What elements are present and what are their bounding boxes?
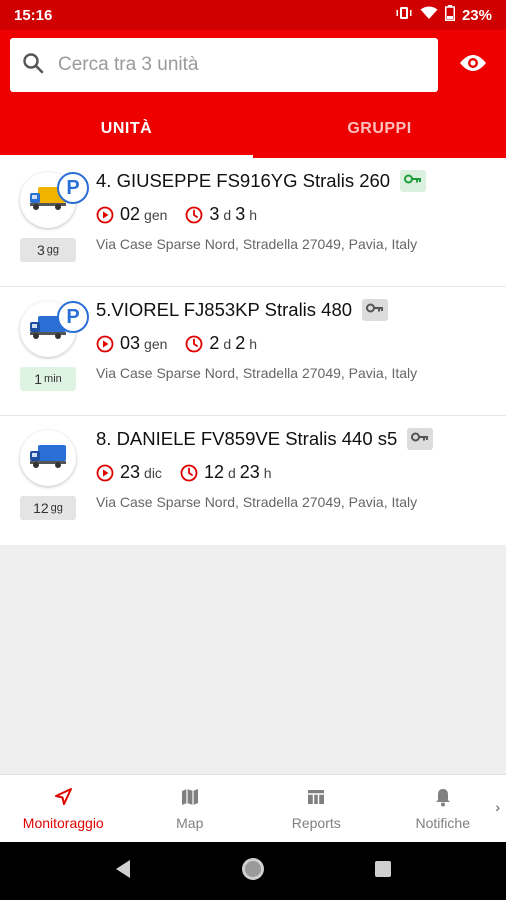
app-header: Cerca tra 3 unità UNITÀ GRUPPI (0, 30, 506, 158)
last-update-badge: 1 min (20, 367, 76, 391)
clock-icon (180, 464, 198, 482)
map-icon (179, 786, 201, 811)
ignition-key-badge (400, 170, 427, 192)
home-icon[interactable] (240, 856, 266, 887)
duration-hours: 3 (235, 204, 246, 224)
key-icon (366, 301, 384, 319)
unit-row[interactable]: P 1 min 5.VIOREL FJ853KP Stralis 480 03 g… (0, 287, 506, 416)
duration-days-unit: d (223, 206, 232, 223)
nav-monitoraggio[interactable]: Monitoraggio (0, 775, 127, 842)
unit-title: 4. GIUSEPPE FS916YG Stralis 260 (96, 170, 391, 191)
nav-map[interactable]: Map (127, 775, 254, 842)
nav-label: Reports (291, 815, 341, 831)
recents-icon[interactable] (373, 859, 393, 884)
navigation-arrow-icon (52, 786, 74, 811)
date-day: 03 (120, 333, 141, 353)
nav-reports[interactable]: Reports (253, 775, 380, 842)
play-circle-icon (96, 206, 114, 224)
tab-unita[interactable]: UNITÀ (0, 100, 253, 158)
key-icon (411, 430, 429, 448)
duration-days: 2 (209, 333, 220, 353)
battery-icon (444, 5, 455, 25)
duration-hours: 23 (239, 462, 260, 482)
duration-days-unit: d (223, 335, 232, 352)
key-icon (404, 172, 422, 190)
clock-icon (185, 206, 203, 224)
play-circle-icon (96, 335, 114, 353)
status-time: 15:16 (14, 6, 53, 24)
duration-days: 12 (203, 462, 224, 482)
unit-address: Via Case Sparse Nord, Stradella 27049, P… (96, 236, 418, 252)
nav-notifiche[interactable]: Notifiche (380, 775, 506, 842)
vibrate-icon (395, 6, 413, 24)
battery-percent: 23% (461, 6, 492, 24)
duration-hours-unit: h (249, 335, 258, 352)
date-month: dic (144, 464, 162, 481)
parked-badge: P (57, 301, 89, 333)
date-month: gen (144, 335, 168, 352)
bottom-navigation: Monitoraggio Map Reports Notifiche › (0, 774, 506, 842)
duration-days: 3 (209, 204, 220, 224)
tab-gruppi[interactable]: GRUPPI (253, 100, 506, 158)
clock-icon (185, 335, 203, 353)
truck-icon (28, 443, 68, 474)
status-bar: 15:16 23% (0, 0, 506, 30)
wifi-icon (420, 6, 438, 24)
duration-hours-unit: h (263, 464, 272, 481)
chevron-right-icon[interactable]: › (495, 799, 500, 815)
search-input[interactable]: Cerca tra 3 unità (10, 38, 438, 92)
date-day: 02 (120, 204, 141, 224)
unit-title: 8. DANIELE FV859VE Stralis 440 s5 (96, 428, 398, 449)
system-navigation-bar (0, 842, 506, 900)
last-update-badge: 3 gg (20, 238, 76, 262)
last-update-badge: 12 gg (20, 496, 76, 520)
ignition-key-badge (407, 428, 434, 450)
play-circle-icon (96, 464, 114, 482)
unit-row[interactable]: P 3 gg 4. GIUSEPPE FS916YG Stralis 260 02… (0, 158, 506, 287)
truck-avatar (20, 430, 76, 486)
unit-address: Via Case Sparse Nord, Stradella 27049, P… (96, 494, 418, 510)
reports-table-icon (305, 786, 327, 811)
status-icons: 23% (395, 5, 492, 25)
parked-badge: P (57, 172, 89, 204)
back-icon[interactable] (113, 858, 133, 885)
unit-list: P 3 gg 4. GIUSEPPE FS916YG Stralis 260 02… (0, 158, 506, 545)
tab-bar: UNITÀ GRUPPI (0, 100, 506, 158)
duration-days-unit: d (227, 464, 236, 481)
duration-hours-unit: h (249, 206, 258, 223)
ignition-key-badge (362, 299, 389, 321)
bell-icon (432, 786, 454, 811)
search-placeholder: Cerca tra 3 unità (58, 54, 199, 75)
search-icon (22, 52, 44, 79)
nav-label: Map (176, 815, 204, 831)
unit-row[interactable]: 12 gg 8. DANIELE FV859VE Stralis 440 s5 2… (0, 416, 506, 545)
duration-hours: 2 (235, 333, 246, 353)
date-day: 23 (120, 462, 141, 482)
eye-icon (459, 53, 487, 78)
nav-label: Monitoraggio (22, 815, 104, 831)
visibility-toggle-button[interactable] (458, 52, 488, 78)
nav-label: Notifiche (415, 815, 470, 831)
unit-title: 5.VIOREL FJ853KP Stralis 480 (96, 299, 353, 320)
unit-address: Via Case Sparse Nord, Stradella 27049, P… (96, 365, 418, 381)
date-month: gen (144, 206, 168, 223)
